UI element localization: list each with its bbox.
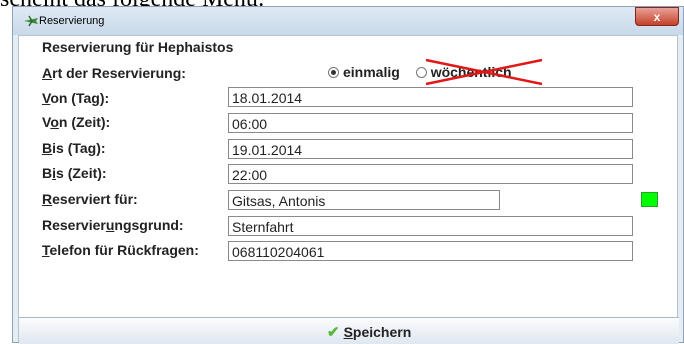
window-title: Reservierung (39, 15, 105, 27)
radio-einmalig-label: einmalig (343, 64, 400, 80)
bis-zeit-field[interactable]: 22:00 (228, 164, 633, 184)
radio-button-selected[interactable] (328, 66, 339, 78)
bis-zeit-label: Bis (Zeit): (42, 165, 107, 181)
reserviert-fuer-label: Reserviert für: (42, 191, 138, 207)
save-button[interactable]: ✔ Speichern (327, 323, 411, 341)
form-panel (18, 35, 678, 342)
reservierungsgrund-field[interactable]: Sternfahrt (228, 216, 633, 236)
von-zeit-label: Von (Zeit): (42, 114, 111, 130)
bis-tag-label: Bis (Tag): (42, 140, 106, 156)
radio-woechentlich[interactable]: wöchentlich (415, 58, 542, 86)
form-heading: Reservierung für Hephaistos (42, 39, 234, 55)
bis-tag-field[interactable]: 19.01.2014 (228, 139, 633, 159)
reservierungsgrund-label: Reservierungsgrund: (42, 217, 184, 233)
save-button-label: peichern (352, 324, 412, 340)
save-button-mnemonic: S (343, 324, 353, 340)
dialog-footer: ✔ Speichern (19, 317, 679, 344)
von-zeit-field[interactable]: 06:00 (228, 113, 633, 133)
art-label: Art der Reservierung: (42, 65, 186, 81)
telefon-label: Telefon für Rückfragen: (42, 242, 199, 258)
close-button[interactable]: x (635, 7, 679, 26)
reservation-dialog: Reservierung x Reservierung für Hephaist… (12, 6, 684, 344)
plane-icon (24, 15, 38, 27)
cross-out-mark (425, 58, 542, 86)
von-tag-label: Von (Tag): (42, 90, 110, 106)
checkmark-icon: ✔ (327, 324, 340, 341)
reserviert-fuer-field[interactable]: Gitsas, Antonis (228, 190, 500, 210)
close-icon: x (653, 10, 661, 24)
von-tag-field[interactable]: 18.01.2014 (228, 87, 633, 107)
reservation-type-radio-group: einmalig wöchentlich (328, 58, 542, 86)
telefon-field[interactable]: 068110204061 (228, 241, 633, 261)
status-indicator (641, 192, 658, 207)
title-bar: Reservierung x (13, 7, 683, 35)
radio-einmalig[interactable]: einmalig (328, 64, 400, 80)
